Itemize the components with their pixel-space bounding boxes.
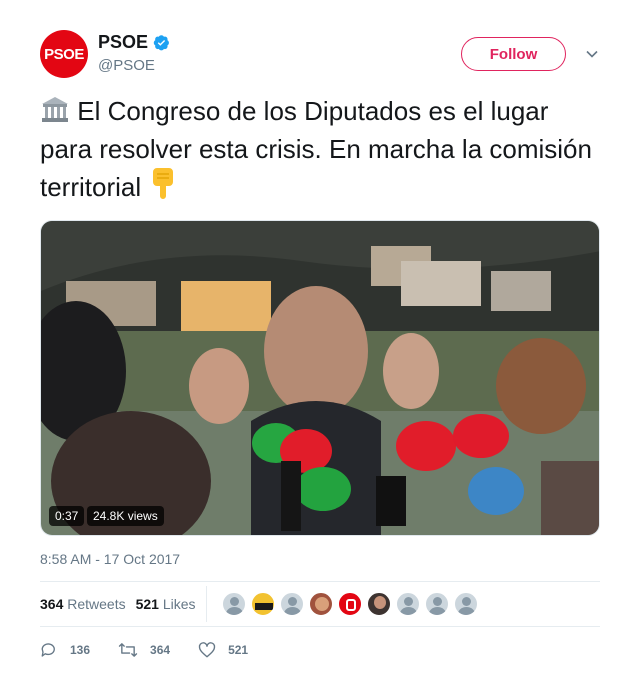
video-views-badge: 24.8K views: [87, 506, 164, 526]
classical-building-icon: [40, 96, 70, 132]
display-name-row[interactable]: PSOE: [98, 32, 170, 53]
avatar-text: PSOE: [44, 45, 84, 63]
video-player[interactable]: 0:37 24.8K views: [40, 220, 600, 536]
like-count: 521: [228, 643, 249, 657]
liker-avatar[interactable]: [366, 592, 391, 616]
stats-divider: [205, 586, 207, 622]
tweet-header: PSOE PSOE @PSOE Follow: [40, 30, 600, 80]
display-name[interactable]: PSOE: [98, 32, 148, 53]
reply-action[interactable]: 136: [40, 641, 90, 659]
pointing-down-icon: [148, 166, 178, 208]
retweets-count: 364: [40, 596, 64, 612]
timestamp[interactable]: 8:58 AM - 17 Oct 2017: [40, 551, 600, 567]
liker-avatar[interactable]: [221, 592, 246, 616]
verified-badge-icon: [153, 35, 169, 51]
likes-label: Likes: [162, 596, 196, 612]
reply-count: 136: [70, 643, 91, 657]
likes-stat[interactable]: 521 Likes: [136, 596, 196, 612]
likers-avatars: [217, 592, 478, 616]
liker-avatar[interactable]: [453, 592, 478, 616]
retweets-label: Retweets: [67, 596, 126, 612]
retweet-action[interactable]: 364: [118, 641, 170, 659]
video-thumbnail: [41, 221, 599, 535]
retweet-count: 364: [150, 643, 171, 657]
chevron-down-icon[interactable]: [584, 46, 600, 62]
tweet: PSOE PSOE @PSOE Follow El Congreso de lo…: [40, 30, 600, 659]
reply-icon: [41, 643, 55, 657]
author-block: PSOE @PSOE: [98, 32, 170, 74]
retweets-stat[interactable]: 364 Retweets: [40, 596, 126, 612]
tweet-text: El Congreso de los Diputados es el lugar…: [40, 94, 600, 208]
liker-avatar[interactable]: [395, 592, 420, 616]
liker-avatar[interactable]: [279, 592, 304, 616]
liker-avatar[interactable]: [424, 592, 449, 616]
likes-count: 521: [135, 596, 159, 612]
retweet-icon: [118, 643, 138, 657]
follow-button[interactable]: Follow: [461, 37, 566, 71]
engagement-stats: 364 Retweets 521 Likes: [40, 581, 600, 627]
liker-avatar[interactable]: [250, 592, 275, 616]
liker-avatar[interactable]: [308, 592, 333, 616]
handle[interactable]: @PSOE: [98, 57, 170, 74]
like-action[interactable]: 521: [198, 641, 248, 659]
avatar[interactable]: PSOE: [40, 30, 88, 78]
video-duration-badge: 0:37: [49, 506, 85, 526]
liker-avatar[interactable]: [337, 592, 362, 616]
tweet-actions: 136 364 521: [40, 641, 600, 659]
heart-icon: [198, 642, 216, 658]
tweet-body: El Congreso de los Diputados es el lugar…: [40, 96, 592, 202]
